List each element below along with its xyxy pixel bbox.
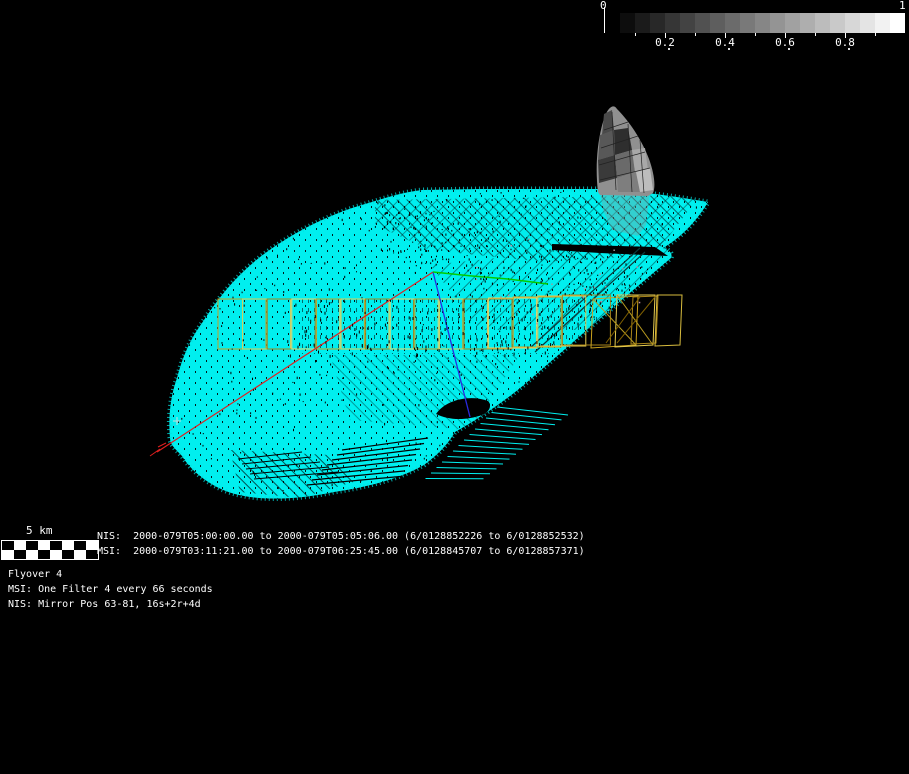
colorbar-step bbox=[785, 13, 800, 33]
scene-3d-canvas[interactable] bbox=[0, 0, 909, 774]
colorbar-step bbox=[605, 13, 620, 33]
colorbar-max-label: 1 bbox=[899, 0, 906, 12]
colorbar-step bbox=[860, 13, 875, 33]
colorbar-step bbox=[695, 13, 710, 33]
colorbar-step bbox=[680, 13, 695, 33]
colorbar-minor-tick bbox=[815, 33, 816, 36]
colorbar-sub-mark bbox=[848, 48, 850, 50]
fan-line bbox=[491, 412, 562, 421]
colorbar-tick-label: 0.8 bbox=[835, 36, 855, 49]
visualization-window: 0 1 0.2 0.4 0.6 0.8 5 km NIS: 2000-079T0… bbox=[0, 0, 909, 774]
colorbar-step bbox=[830, 13, 845, 33]
colorbar-tick-label: 0.4 bbox=[715, 36, 735, 49]
colorbar-tick-label: 0.6 bbox=[775, 36, 795, 49]
colorbar-step bbox=[710, 13, 725, 33]
fan-line bbox=[452, 450, 517, 455]
trace-line-red-ticks bbox=[149, 442, 167, 457]
colorbar-step bbox=[650, 13, 665, 33]
colorbar-sub-mark bbox=[668, 48, 670, 50]
colorbar-minor-tick bbox=[875, 33, 876, 36]
colorbar-tick-label: 0.2 bbox=[655, 36, 675, 49]
annotation-flyover: Flyover 4 bbox=[8, 569, 63, 580]
colorbar-step bbox=[620, 13, 635, 33]
annotation-nis: NIS: Mirror Pos 63-81, 16s+2r+4d bbox=[8, 599, 201, 610]
colorbar-step bbox=[800, 13, 815, 33]
annotation-msi: MSI: One Filter 4 every 66 seconds bbox=[8, 584, 213, 595]
colorbar-minor-tick bbox=[755, 33, 756, 36]
colorbar-step bbox=[770, 13, 785, 33]
fan-line bbox=[463, 439, 530, 445]
colorbar-gradient bbox=[605, 13, 905, 33]
colorbar-step bbox=[725, 13, 740, 33]
fan-line bbox=[474, 428, 543, 436]
status-line-nis: NIS: 2000-079T05:00:00.00 to 2000-079T05… bbox=[97, 531, 585, 542]
colorbar-step bbox=[740, 13, 755, 33]
fan-line bbox=[480, 423, 549, 431]
scalebar-checker bbox=[1, 540, 99, 560]
colorbar-step bbox=[755, 13, 770, 33]
fan-line bbox=[447, 456, 510, 460]
fan-line bbox=[469, 434, 536, 440]
colorbar-step bbox=[875, 13, 890, 33]
fan-line bbox=[458, 445, 523, 450]
colorbar-sub-mark bbox=[728, 48, 730, 50]
fan-line bbox=[430, 472, 491, 475]
scalebar-label: 5 km bbox=[26, 524, 53, 537]
colorbar-step bbox=[635, 13, 650, 33]
colorbar-minor-tick bbox=[695, 33, 696, 36]
colorbar-step bbox=[815, 13, 830, 33]
status-line-msi: MSI: 2000-079T03:11:21.00 to 2000-079T06… bbox=[97, 546, 585, 557]
fan-line bbox=[436, 467, 497, 470]
colorbar-step bbox=[845, 13, 860, 33]
colorbar-minor-tick bbox=[635, 33, 636, 36]
colorbar-sub-mark bbox=[788, 48, 790, 50]
fan-line bbox=[485, 417, 556, 426]
colorbar-step bbox=[890, 13, 905, 33]
colorbar-step bbox=[665, 13, 680, 33]
fan-line bbox=[441, 461, 504, 465]
